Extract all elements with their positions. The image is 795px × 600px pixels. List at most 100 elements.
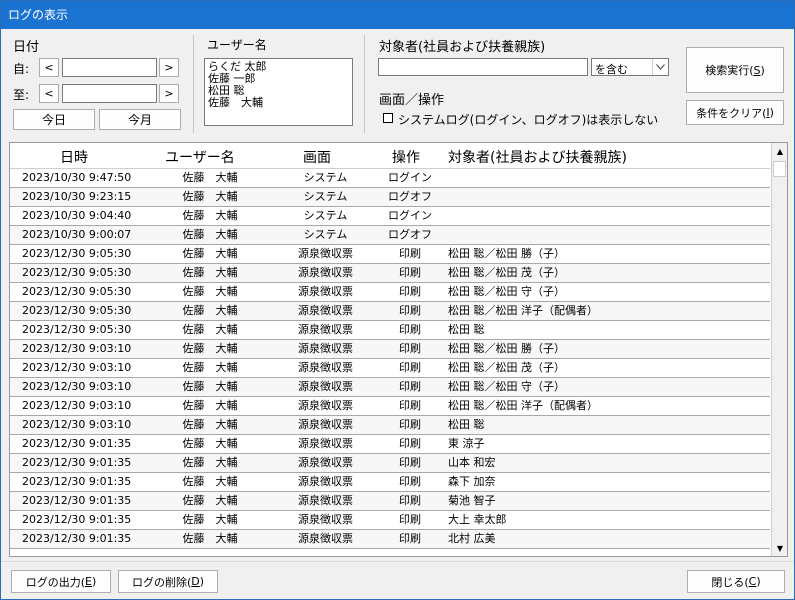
- column-header-datetime[interactable]: 日時: [60, 147, 88, 167]
- separator-2: [364, 35, 365, 133]
- clear-conditions-button[interactable]: 条件をクリア(I): [686, 100, 784, 125]
- column-header-target[interactable]: 対象者(社員および扶養親族): [448, 147, 627, 167]
- user-listbox[interactable]: らくだ 太郎 佐藤 一郎 松田 聡 佐藤 大輔: [204, 58, 353, 126]
- cell-datetime: 2023/10/30 9:23:15: [22, 190, 132, 203]
- table-row[interactable]: 2023/10/30 9:00:07 佐藤 大輔 システム ログオフ: [10, 226, 770, 245]
- arrow-up-icon[interactable]: ▲: [772, 143, 787, 159]
- screen-op-label: 画面／操作: [379, 93, 445, 108]
- cell-operation: 印刷: [399, 361, 421, 374]
- delete-log-button[interactable]: ログの削除(D): [118, 570, 218, 593]
- cell-screen: 源泉徴収票: [298, 494, 353, 507]
- cell-operation: 印刷: [399, 456, 421, 469]
- table-row[interactable]: 2023/12/30 9:01:35 佐藤 大輔 源泉徴収票 印刷 山本 和宏: [10, 454, 770, 473]
- table-row[interactable]: 2023/12/30 9:01:35 佐藤 大輔 源泉徴収票 印刷 大上 幸太郎: [10, 511, 770, 530]
- delete-button-close: ): [199, 575, 205, 588]
- table-row[interactable]: 2023/10/30 9:23:15 佐藤 大輔 システム ログオフ: [10, 188, 770, 207]
- cell-screen: 源泉徴収票: [298, 285, 353, 298]
- table-row[interactable]: 2023/12/30 9:05:30 佐藤 大輔 源泉徴収票 印刷 松田 聡／松田 茂（…: [10, 264, 770, 283]
- arrow-down-icon[interactable]: ▼: [772, 540, 787, 556]
- cell-screen: 源泉徴収票: [298, 418, 353, 431]
- cell-user: 佐藤 大輔: [182, 209, 238, 222]
- scrollbar-thumb[interactable]: [773, 161, 786, 177]
- vertical-scrollbar[interactable]: ▲ ▼: [771, 143, 787, 556]
- column-header-operation[interactable]: 操作: [392, 147, 420, 167]
- from-prev-button[interactable]: <: [39, 58, 59, 77]
- cell-user: 佐藤 大輔: [182, 494, 238, 507]
- today-button[interactable]: 今日: [13, 109, 95, 130]
- cell-datetime: 2023/12/30 9:01:35: [22, 532, 132, 545]
- cell-screen: システム: [303, 228, 348, 241]
- cell-target: 松田 聡／松田 勝（子）: [448, 247, 565, 260]
- column-header-screen[interactable]: 画面: [303, 147, 331, 167]
- target-input[interactable]: [378, 58, 588, 76]
- cell-user: 佐藤 大輔: [182, 171, 238, 184]
- user-list-item[interactable]: 佐藤 大輔: [208, 97, 349, 109]
- table-row[interactable]: 2023/12/30 9:03:10 佐藤 大輔 源泉徴収票 印刷 松田 聡: [10, 416, 770, 435]
- cell-target: 松田 聡／松田 茂（子）: [448, 361, 565, 374]
- cell-user: 佐藤 大輔: [182, 399, 238, 412]
- to-next-button[interactable]: >: [159, 84, 179, 103]
- match-mode-select[interactable]: を含む: [591, 58, 669, 76]
- window-title: ログの表示: [8, 8, 69, 22]
- search-button[interactable]: 検索実行(S): [686, 47, 784, 93]
- table-row[interactable]: 2023/12/30 9:05:30 佐藤 大輔 源泉徴収票 印刷 松田 聡／松田 勝（…: [10, 245, 770, 264]
- export-log-button[interactable]: ログの出力(E): [11, 570, 111, 593]
- from-date-input[interactable]: [62, 58, 157, 77]
- table-row[interactable]: 2023/12/30 9:01:35 佐藤 大輔 源泉徴収票 印刷 菊池 智子: [10, 492, 770, 511]
- cell-screen: 源泉徴収票: [298, 456, 353, 469]
- from-next-button[interactable]: >: [159, 58, 179, 77]
- cell-datetime: 2023/12/30 9:01:35: [22, 475, 132, 488]
- cell-screen: 源泉徴収票: [298, 380, 353, 393]
- table-row[interactable]: 2023/12/30 9:03:10 佐藤 大輔 源泉徴収票 印刷 松田 聡／松田 守（…: [10, 378, 770, 397]
- cell-screen: 源泉徴収票: [298, 532, 353, 545]
- log-grid[interactable]: 日時 ユーザー名 画面 操作 対象者(社員および扶養親族) 2023/10/30…: [9, 142, 788, 557]
- close-button[interactable]: 閉じる(C): [687, 570, 785, 593]
- to-date-input[interactable]: [62, 84, 157, 103]
- cell-operation: 印刷: [399, 285, 421, 298]
- cell-target: 大上 幸太郎: [448, 513, 507, 526]
- cell-datetime: 2023/12/30 9:05:30: [22, 323, 132, 336]
- table-row[interactable]: 2023/12/30 9:05:30 佐藤 大輔 源泉徴収票 印刷 松田 聡: [10, 321, 770, 340]
- cell-user: 佐藤 大輔: [182, 513, 238, 526]
- table-row[interactable]: 2023/12/30 9:05:30 佐藤 大輔 源泉徴収票 印刷 松田 聡／松田 守（…: [10, 283, 770, 302]
- table-row[interactable]: 2023/12/30 9:03:10 佐藤 大輔 源泉徴収票 印刷 松田 聡／松田 洋子…: [10, 397, 770, 416]
- table-row[interactable]: 2023/12/30 9:01:35 佐藤 大輔 源泉徴収票 印刷 東 涼子: [10, 435, 770, 454]
- grid-header: 日時 ユーザー名 画面 操作 対象者(社員および扶養親族): [10, 143, 770, 169]
- cell-operation: 印刷: [399, 380, 421, 393]
- to-label: 至:: [13, 88, 30, 102]
- exclude-system-checkbox[interactable]: [383, 113, 393, 123]
- table-row[interactable]: 2023/12/30 9:01:35 佐藤 大輔 源泉徴収票 印刷 森下 加奈: [10, 473, 770, 492]
- cell-operation: ログイン: [388, 171, 432, 184]
- search-button-close: ): [760, 63, 765, 77]
- cell-operation: ログオフ: [388, 190, 432, 203]
- cell-operation: ログイン: [388, 209, 432, 222]
- cell-screen: システム: [303, 190, 348, 203]
- chevron-down-icon[interactable]: [652, 59, 668, 75]
- cell-user: 佐藤 大輔: [182, 266, 238, 279]
- cell-target: 松田 聡／松田 洋子（配偶者）: [448, 304, 598, 317]
- table-row[interactable]: 2023/12/30 9:05:30 佐藤 大輔 源泉徴収票 印刷 松田 聡／松田 洋子…: [10, 302, 770, 321]
- column-header-user[interactable]: ユーザー名: [165, 147, 235, 167]
- cell-datetime: 2023/12/30 9:03:10: [22, 361, 132, 374]
- cell-datetime: 2023/12/30 9:01:35: [22, 437, 132, 450]
- table-row[interactable]: 2023/12/30 9:03:10 佐藤 大輔 源泉徴収票 印刷 松田 聡／松田 勝（…: [10, 340, 770, 359]
- table-row[interactable]: 2023/10/30 9:47:50 佐藤 大輔 システム ログイン: [10, 169, 770, 188]
- cell-datetime: 2023/12/30 9:03:10: [22, 342, 132, 355]
- to-prev-button[interactable]: <: [39, 84, 59, 103]
- clear-button-text: 条件をクリア(: [696, 106, 767, 120]
- cell-operation: 印刷: [399, 437, 421, 450]
- cell-target: 松田 聡／松田 守（子）: [448, 380, 565, 393]
- cell-screen: 源泉徴収票: [298, 266, 353, 279]
- cell-operation: 印刷: [399, 266, 421, 279]
- exclude-system-label: システムログ(ログイン、ログオフ)は表示しない: [398, 113, 659, 127]
- cell-screen: 源泉徴収票: [298, 323, 353, 336]
- this-month-button[interactable]: 今月: [99, 109, 181, 130]
- table-row[interactable]: 2023/12/30 9:01:35 佐藤 大輔 源泉徴収票 印刷 北村 広美: [10, 530, 770, 549]
- cell-screen: システム: [303, 209, 348, 222]
- table-row[interactable]: 2023/12/30 9:03:10 佐藤 大輔 源泉徴収票 印刷 松田 聡／松田 茂（…: [10, 359, 770, 378]
- table-row[interactable]: 2023/10/30 9:04:40 佐藤 大輔 システム ログイン: [10, 207, 770, 226]
- cell-target: 森下 加奈: [448, 475, 496, 488]
- separator-1: [193, 35, 194, 133]
- cell-user: 佐藤 大輔: [182, 418, 238, 431]
- log-viewer-window: ログの表示 日付 自: < > 至: < > 今日 今月 ユーザー名 らくだ 太…: [0, 0, 795, 600]
